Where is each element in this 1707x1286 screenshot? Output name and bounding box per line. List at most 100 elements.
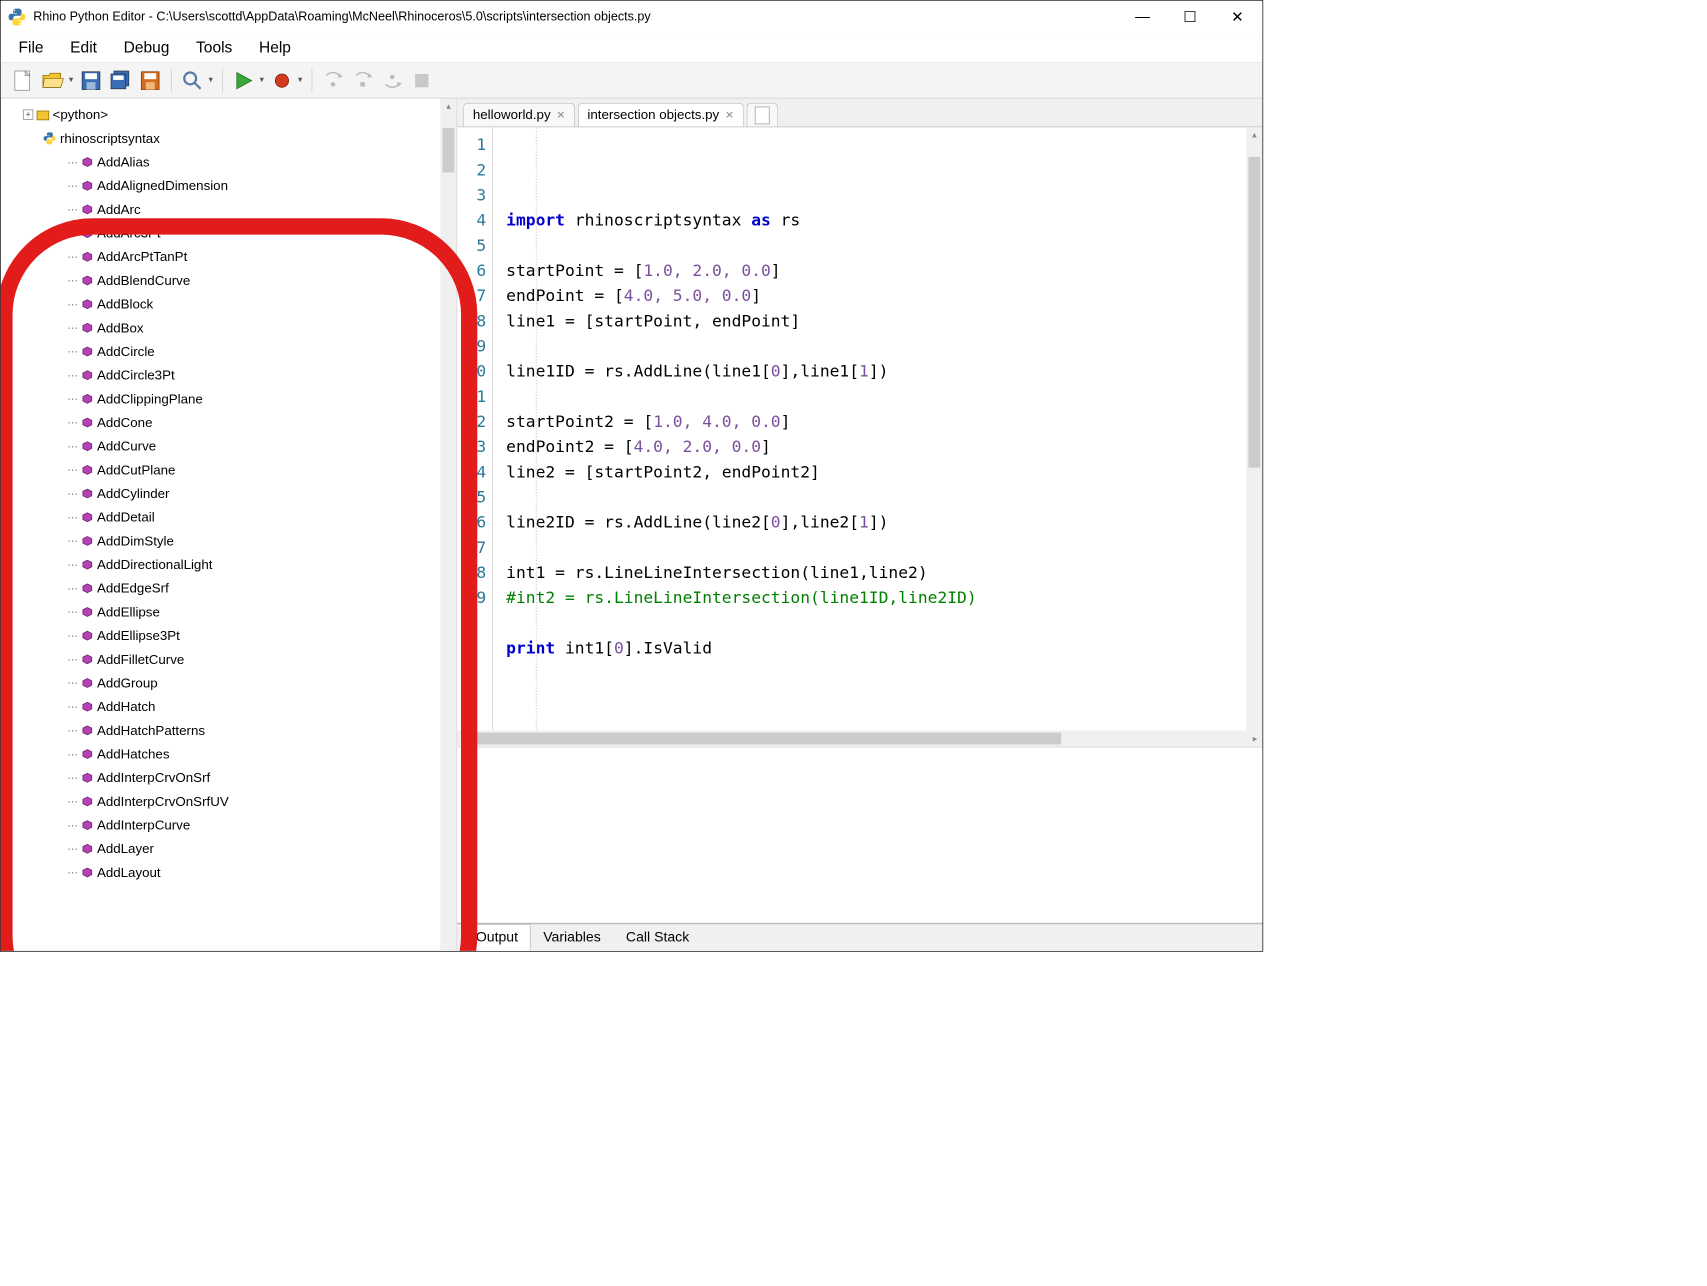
find-button[interactable] [179, 67, 206, 94]
scroll-right-icon[interactable]: ▸ [1248, 733, 1263, 743]
line-gutter: 12345678910111213141516171819 [457, 127, 493, 730]
tree-item-addaligneddimension[interactable]: ⋯AddAlignedDimension [23, 174, 457, 198]
tree-root-python[interactable]: + <python> [23, 103, 457, 127]
scroll-left-icon[interactable]: ◂ [457, 733, 472, 743]
tree-item-addgroup[interactable]: ⋯AddGroup [23, 671, 457, 695]
scroll-thumb-h[interactable] [472, 733, 1061, 745]
tree-dash-icon: ⋯ [67, 813, 77, 837]
run-dropdown-icon[interactable]: ▼ [258, 76, 265, 84]
tree-item-adddimstyle[interactable]: ⋯AddDimStyle [23, 529, 457, 553]
tree-item-addhatchpatterns[interactable]: ⋯AddHatchPatterns [23, 719, 457, 743]
scroll-thumb[interactable] [1248, 157, 1260, 468]
tree-dash-icon: ⋯ [67, 458, 77, 482]
code-content[interactable]: import rhinoscriptsyntax as rs startPoin… [493, 127, 1263, 730]
method-icon [82, 323, 92, 333]
folder-icon [36, 108, 49, 121]
tree-item-addinterpcurve[interactable]: ⋯AddInterpCurve [23, 813, 457, 837]
tree-item-addblock[interactable]: ⋯AddBlock [23, 292, 457, 316]
api-tree[interactable]: + <python> rhinoscriptsyntax ⋯AddAlias⋯A… [1, 98, 457, 950]
output-tab-output[interactable]: Output [463, 924, 530, 951]
tree-item-label: AddDimStyle [97, 529, 174, 553]
tree-root-rhinoscript[interactable]: rhinoscriptsyntax [23, 127, 457, 151]
stop-button[interactable] [408, 67, 435, 94]
tree-item-label: AddCircle [97, 340, 155, 364]
tree-item-addbox[interactable]: ⋯AddBox [23, 316, 457, 340]
tree-dash-icon: ⋯ [67, 553, 77, 577]
tree-item-label: AddGroup [97, 671, 158, 695]
sidebar-scrollbar[interactable]: ▴ [440, 98, 456, 950]
new-file-button[interactable] [10, 67, 37, 94]
tree-item-addcircle[interactable]: ⋯AddCircle [23, 340, 457, 364]
tree-item-addedgesrf[interactable]: ⋯AddEdgeSrf [23, 576, 457, 600]
menu-help[interactable]: Help [259, 39, 291, 57]
editor-scrollbar-h[interactable]: ◂ ▸ [457, 730, 1262, 746]
tree-item-addlayout[interactable]: ⋯AddLayout [23, 861, 457, 885]
save-all-button[interactable] [107, 67, 134, 94]
save-button[interactable] [78, 67, 105, 94]
tree-item-addhatches[interactable]: ⋯AddHatches [23, 742, 457, 766]
tree-item-label: AddCircle3Pt [97, 363, 175, 387]
new-tab-button[interactable] [746, 103, 777, 127]
tree-item-addcurve[interactable]: ⋯AddCurve [23, 434, 457, 458]
open-dropdown-icon[interactable]: ▼ [67, 76, 74, 84]
tree-item-addinterpcrvonsrf[interactable]: ⋯AddInterpCrvOnSrf [23, 766, 457, 790]
scroll-up-icon[interactable]: ▴ [1246, 127, 1262, 142]
output-tab-variables[interactable]: Variables [531, 924, 614, 951]
tree-item-addellipse3pt[interactable]: ⋯AddEllipse3Pt [23, 624, 457, 648]
tree-item-addcircle3pt[interactable]: ⋯AddCircle3Pt [23, 363, 457, 387]
tree-dash-icon: ⋯ [67, 482, 77, 506]
tree-item-addcylinder[interactable]: ⋯AddCylinder [23, 482, 457, 506]
tree-dash-icon: ⋯ [67, 719, 77, 743]
scroll-up-icon[interactable]: ▴ [440, 98, 456, 113]
output-tab-callstack[interactable]: Call Stack [613, 924, 701, 951]
tree-item-addarc3pt[interactable]: ⋯AddArc3Pt [23, 221, 457, 245]
find-dropdown-icon[interactable]: ▼ [207, 76, 214, 84]
menu-file[interactable]: File [19, 39, 44, 57]
expand-icon[interactable]: + [23, 110, 33, 120]
breakpoint-dropdown-icon[interactable]: ▼ [297, 76, 304, 84]
tree-item-adddirectionallight[interactable]: ⋯AddDirectionalLight [23, 553, 457, 577]
window-title: Rhino Python Editor - C:\Users\scottd\Ap… [33, 10, 1130, 25]
step-over-button[interactable] [349, 67, 376, 94]
tree-item-addlayer[interactable]: ⋯AddLayer [23, 837, 457, 861]
maximize-button[interactable]: ☐ [1178, 5, 1202, 29]
editor-scrollbar-v[interactable]: ▴ [1246, 127, 1262, 730]
tree-dash-icon: ⋯ [67, 790, 77, 814]
tree-dash-icon: ⋯ [67, 837, 77, 861]
tree-item-addcutplane[interactable]: ⋯AddCutPlane [23, 458, 457, 482]
breakpoint-button[interactable] [268, 67, 295, 94]
tree-item-adddetail[interactable]: ⋯AddDetail [23, 505, 457, 529]
tree-item-addcone[interactable]: ⋯AddCone [23, 411, 457, 435]
tree-item-addclippingplane[interactable]: ⋯AddClippingPlane [23, 387, 457, 411]
step-into-button[interactable] [319, 67, 346, 94]
open-file-button[interactable] [39, 67, 66, 94]
close-button[interactable]: ✕ [1225, 5, 1249, 29]
menu-debug[interactable]: Debug [124, 39, 170, 57]
tab-intersection[interactable]: intersection objects.py ✕ [578, 103, 744, 127]
minimize-button[interactable]: — [1131, 5, 1155, 29]
tree-item-addalias[interactable]: ⋯AddAlias [23, 150, 457, 174]
menu-edit[interactable]: Edit [70, 39, 97, 57]
method-icon [82, 702, 92, 712]
tree-item-label: AddArc [97, 198, 141, 222]
run-button[interactable] [230, 67, 257, 94]
menu-tools[interactable]: Tools [196, 39, 232, 57]
tree-item-addinterpcrvonsrfuv[interactable]: ⋯AddInterpCrvOnSrfUV [23, 790, 457, 814]
tree-item-addblendcurve[interactable]: ⋯AddBlendCurve [23, 269, 457, 293]
tree-item-addfilletcurve[interactable]: ⋯AddFilletCurve [23, 648, 457, 672]
tree-item-label: AddInterpCrvOnSrf [97, 766, 210, 790]
tree-item-addarcpttanpt[interactable]: ⋯AddArcPtTanPt [23, 245, 457, 269]
tree-item-label: AddEllipse [97, 600, 160, 624]
tree-dash-icon: ⋯ [67, 742, 77, 766]
tree-dash-icon: ⋯ [67, 316, 77, 340]
save-as-button[interactable] [137, 67, 164, 94]
code-editor[interactable]: 12345678910111213141516171819 import rhi… [457, 127, 1262, 731]
tab-close-icon[interactable]: ✕ [725, 109, 734, 122]
tree-item-addellipse[interactable]: ⋯AddEllipse [23, 600, 457, 624]
tree-item-addarc[interactable]: ⋯AddArc [23, 198, 457, 222]
tab-helloworld[interactable]: helloworld.py ✕ [463, 103, 575, 127]
tree-item-addhatch[interactable]: ⋯AddHatch [23, 695, 457, 719]
tab-close-icon[interactable]: ✕ [557, 109, 566, 122]
scroll-thumb[interactable] [443, 128, 455, 172]
step-out-button[interactable] [379, 67, 406, 94]
